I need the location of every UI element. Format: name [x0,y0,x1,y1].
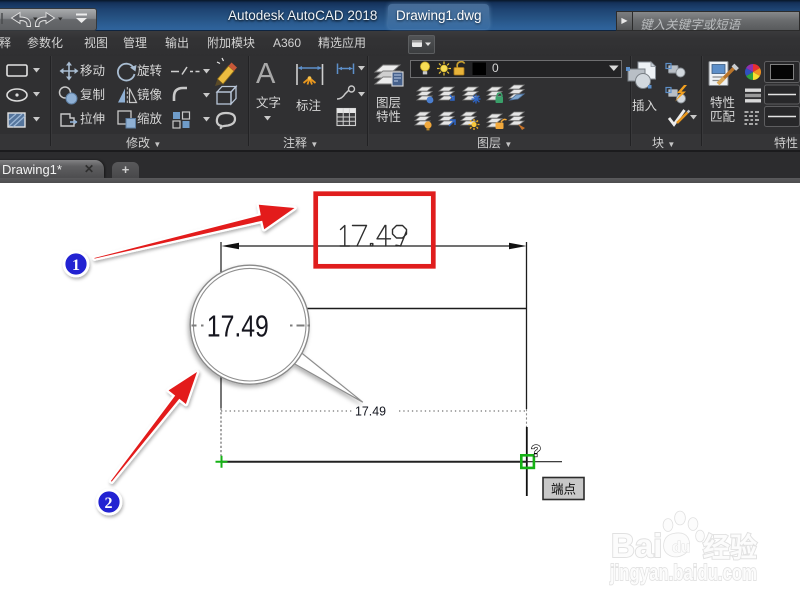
svg-text:17.49: 17.49 [207,309,269,344]
svg-text:?: ? [531,443,541,461]
svg-text:2: 2 [105,495,113,512]
svg-text:Bai: Bai [611,527,662,564]
svg-text:端点: 端点 [551,483,576,497]
svg-text:经验: 经验 [703,532,757,563]
svg-text:17.49: 17.49 [355,404,386,419]
svg-text:1: 1 [72,257,80,274]
svg-text:du: du [672,539,690,556]
svg-text:jingyan.baidu.com: jingyan.baidu.com [609,560,757,585]
svg-text:A: A [256,58,276,90]
